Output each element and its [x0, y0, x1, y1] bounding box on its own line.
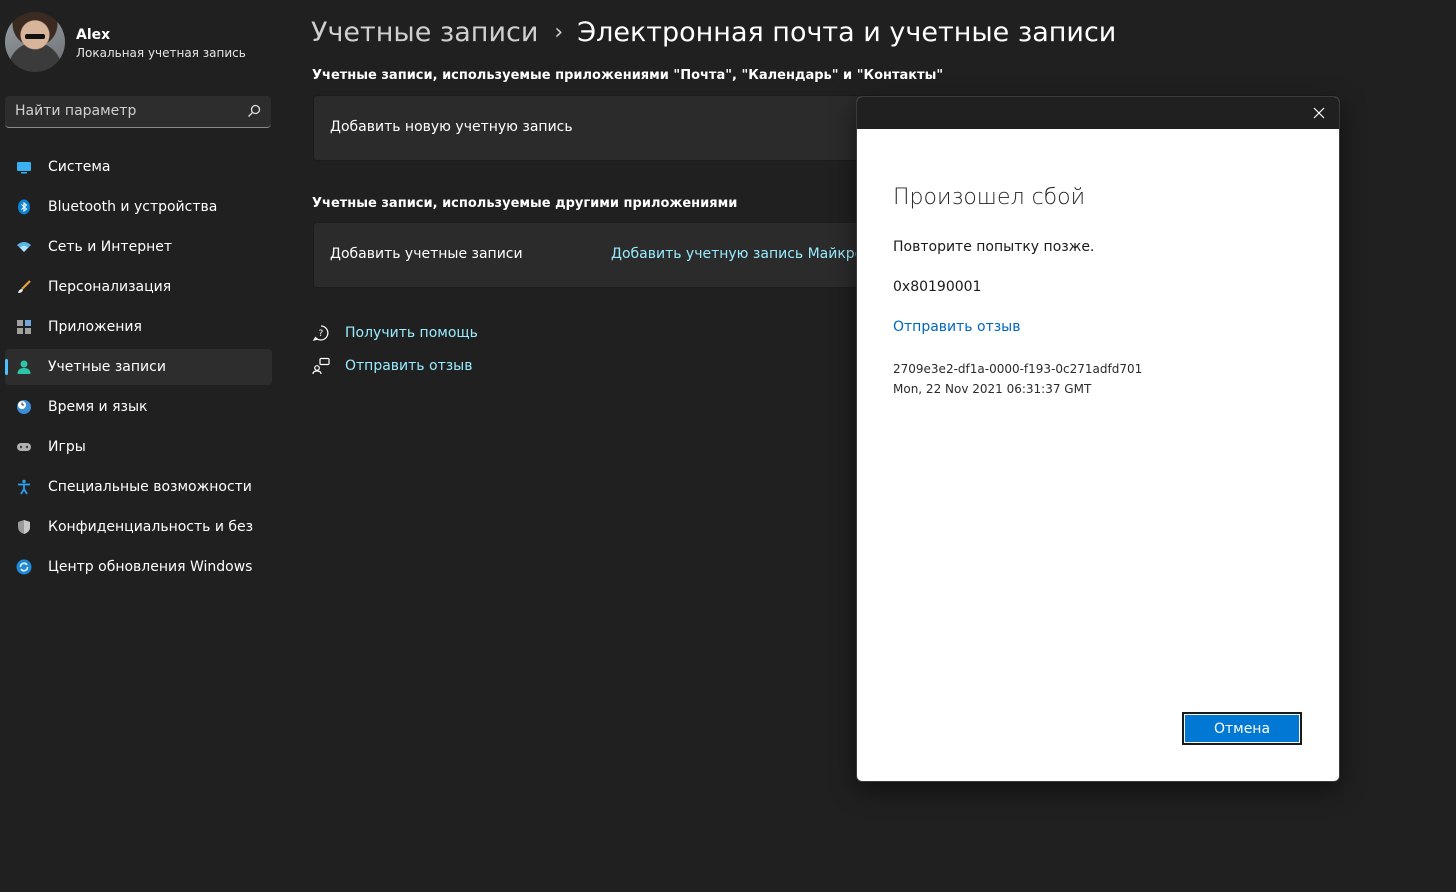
error-code: 0x80190001	[893, 279, 982, 295]
sidebar-item-time-language[interactable]: Время и язык	[5, 389, 272, 425]
bluetooth-icon	[16, 199, 32, 215]
sidebar-item-accounts[interactable]: Учетные записи	[5, 349, 272, 385]
sidebar-item-label: Приложения	[48, 319, 142, 335]
sidebar-item-label: Специальные возможности	[48, 479, 252, 495]
sidebar-item-label: Учетные записи	[48, 359, 166, 375]
sidebar-item-privacy[interactable]: Конфиденциальность и безопасность	[5, 509, 272, 545]
send-feedback-link[interactable]: Отправить отзыв	[345, 358, 472, 374]
search-box[interactable]	[5, 96, 271, 128]
sidebar-item-label: Время и язык	[48, 399, 148, 415]
clock-globe-icon	[16, 399, 32, 415]
update-icon	[16, 559, 32, 575]
user-name: Alex	[76, 27, 111, 43]
page-title: Электронная почта и учетные записи	[577, 16, 1117, 48]
cancel-button[interactable]: Отмена	[1182, 712, 1302, 745]
sidebar-item-bluetooth[interactable]: Bluetooth и устройства	[5, 189, 272, 225]
sidebar: Alex Локальная учетная запись Система	[0, 0, 280, 892]
settings-window: Alex Локальная учетная запись Система	[0, 0, 1456, 892]
sidebar-item-label: Bluetooth и устройства	[48, 199, 218, 215]
apps-icon	[16, 319, 32, 335]
account-type: Локальная учетная запись	[76, 46, 246, 60]
send-feedback-row[interactable]: Отправить отзыв	[312, 356, 472, 376]
chevron-right-icon: ›	[554, 19, 564, 45]
error-timestamp: Mon, 22 Nov 2021 06:31:37 GMT	[893, 382, 1092, 396]
gamepad-icon	[16, 439, 32, 455]
add-new-account-label: Добавить новую учетную запись	[330, 119, 573, 135]
section-title-mail-accounts: Учетные записи, используемые приложениям…	[312, 68, 944, 83]
sidebar-item-label: Сеть и Интернет	[48, 239, 172, 255]
sidebar-item-system[interactable]: Система	[5, 149, 272, 185]
wifi-icon	[16, 239, 32, 255]
help-chat-icon: ?	[312, 325, 329, 341]
add-accounts-label: Добавить учетные записи	[330, 246, 523, 262]
sidebar-item-gaming[interactable]: Игры	[5, 429, 272, 465]
sidebar-item-label: Центр обновления Windows	[48, 559, 253, 575]
sidebar-item-apps[interactable]: Приложения	[5, 309, 272, 345]
breadcrumb: Учетные записи › Электронная почта и уче…	[311, 14, 1116, 50]
error-dialog: Произошел сбой Повторите попытку позже. …	[856, 96, 1340, 782]
svg-text:?: ?	[319, 329, 324, 339]
sidebar-item-label: Конфиденциальность и безопасность	[48, 519, 253, 535]
sidebar-nav: Система Bluetooth и устройства Сеть и Ин…	[5, 149, 272, 589]
monitor-icon	[16, 159, 32, 175]
sidebar-item-accessibility[interactable]: Специальные возможности	[5, 469, 272, 505]
sidebar-item-label: Игры	[48, 439, 86, 455]
error-message: Повторите попытку позже.	[893, 239, 1095, 255]
sidebar-item-windows-update[interactable]: Центр обновления Windows	[5, 549, 272, 585]
sidebar-item-personalization[interactable]: Персонализация	[5, 269, 272, 305]
close-button[interactable]	[1309, 103, 1329, 123]
accessibility-icon	[16, 479, 32, 495]
sidebar-item-label: Персонализация	[48, 279, 172, 295]
search-input[interactable]	[15, 96, 235, 126]
dialog-feedback-link[interactable]: Отправить отзыв	[893, 319, 1020, 335]
breadcrumb-parent[interactable]: Учетные записи	[311, 17, 538, 48]
person-icon	[16, 359, 32, 375]
sidebar-item-label: Система	[48, 159, 111, 175]
get-help-link[interactable]: Получить помощь	[345, 325, 478, 341]
close-icon	[1313, 107, 1325, 119]
shield-icon	[16, 519, 32, 535]
section-title-other-accounts: Учетные записи, используемые другими при…	[312, 196, 738, 211]
correlation-id: 2709e3e2-df1a-0000-f193-0c271adfd701	[893, 362, 1143, 376]
search-icon[interactable]	[247, 104, 261, 118]
dialog-titlebar[interactable]	[857, 97, 1339, 129]
sidebar-item-network[interactable]: Сеть и Интернет	[5, 229, 272, 265]
get-help-row[interactable]: ? Получить помощь	[312, 323, 478, 343]
feedback-icon	[312, 357, 330, 375]
error-title: Произошел сбой	[893, 185, 1086, 210]
avatar[interactable]	[5, 12, 65, 72]
brush-icon	[16, 279, 32, 295]
